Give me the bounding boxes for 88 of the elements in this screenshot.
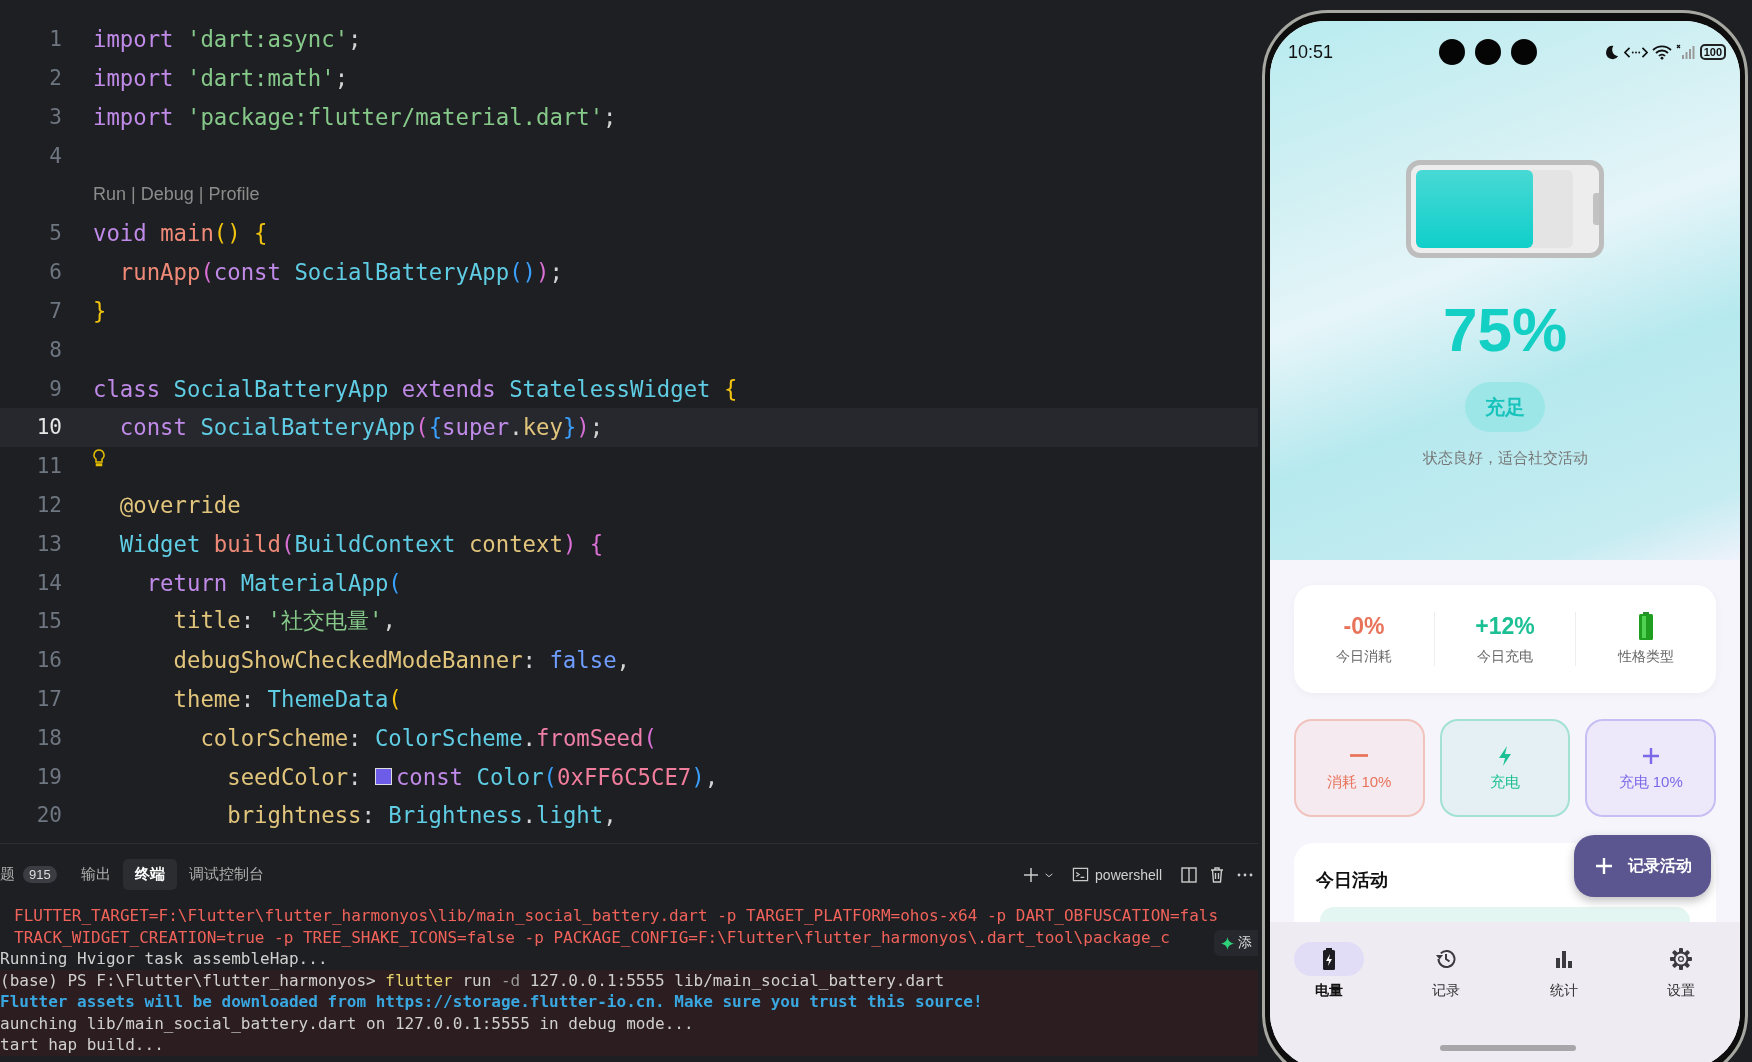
line-number: 14 [35,570,62,595]
terminal-line: (base) PS F:\Flutter\flutter_harmonyos> flutter run -d 127.0.0.1:5555 lib/main_social_battery.dart [0,970,945,990]
line-number: 15 [35,609,62,634]
camera-hole [1474,39,1501,65]
sparkle-icon [1220,935,1235,951]
terminal-profile[interactable]: powershell [1072,866,1162,883]
line-number: 4 [48,143,62,168]
code-text: void main() { [93,220,268,247]
lightbulb-icon[interactable] [91,449,107,468]
section-title: 今日活动 [1316,869,1389,892]
panel-tab[interactable]: 终端 [122,859,177,890]
line-number: 8 [48,337,62,362]
code-text: import 'dart:math'; [93,65,349,92]
color-swatch-icon[interactable] [374,768,392,786]
stat-value: -0% [1343,612,1385,640]
code-text: debugShowCheckedModeBanner: false, [172,647,630,674]
stat-label: 性格类型 [1618,648,1674,666]
code-text: brightness: Brightness.light, [226,802,617,829]
code-text: import 'package:flutter/material.dart'; [93,104,617,130]
terminal-icon [1072,866,1090,883]
line-number: 10 [35,415,62,440]
nav-item[interactable]: 电量 [1270,922,1388,1062]
wifi-icon [1651,44,1672,60]
line-number: 19 [35,764,62,789]
code-text: return MaterialApp( [145,569,402,596]
plus-icon [1593,856,1614,876]
code-text: runApp(const SocialBatteryApp()); [118,259,563,286]
line-number: 9 [48,376,62,401]
panel-tab[interactable]: 题 915 [0,859,69,890]
code-text: @override [118,491,241,518]
status-badge: 充足 [1465,382,1545,432]
terminal-line: tart hap build... [0,1035,164,1054]
code-text: const Color(0xFF6C5CE7), [395,763,719,790]
line-number: 18 [35,725,62,750]
line-number: 20 [35,803,62,828]
code-text: class SocialBatteryApp extends StatelessWidget { [93,375,738,402]
nav-item[interactable]: 统计 [1505,922,1623,1062]
history-icon [1434,947,1459,971]
signal-icon [1675,44,1696,60]
codelens-links[interactable]: Run | Debug | Profile [93,184,260,206]
line-number: 5 [48,221,62,246]
code-text: } [93,297,107,324]
battery-percentage: 75% [1442,295,1568,365]
action-button[interactable]: 充电 10% [1585,719,1716,817]
line-number: 12 [35,492,62,517]
code-text: colorScheme: ColorScheme.fromSeed( [199,724,657,751]
panel-tab[interactable]: 输出 [68,859,123,890]
line-number: 7 [48,298,62,323]
count-badge: 915 [23,866,57,883]
battery-icon [1638,612,1654,640]
code-text: import 'dart:async'; [93,26,362,53]
split-icon[interactable] [1180,865,1198,884]
settings-icon [1669,947,1694,971]
line-number: 6 [48,260,62,285]
record-activity-button[interactable]: 记录活动 [1574,835,1711,897]
line-number: 3 [48,105,62,129]
code-text: seedColor: [226,763,363,790]
add-button[interactable]: 添 [1214,930,1258,956]
terminal-line: TRACK_WIDGET_CREATION=true -p TREE_SHAKE_ICONS=false -p PACKAGE_CONFIG=F:\Flutter\flutter_harmonyos\.dart_tool\package_c [14,927,1170,947]
code-text: title: '社交电量', [172,606,396,636]
camera-hole [1438,39,1465,65]
code-text: const SocialBatteryApp({super.key}); [118,414,604,441]
panel-tab[interactable]: 调试控制台 [176,859,276,890]
terminal-line: Flutter assets will be downloaded from https://storage.flutter-io.cn. Make sure you trust this source! [0,992,983,1011]
code-text: theme: ThemeData( [172,685,402,712]
status-time: 10:51 [1288,41,1334,63]
terminal-line: FLUTTER_TARGET=F:\Flutter\flutter_harmonyos\lib/main_social_battery.dart -p TARGET_PLATFORM=ohos-x64 -p DART_OBFUSCATION=fals [14,906,1219,925]
stat-label: 今日消耗 [1336,648,1392,666]
line-number: 16 [35,648,62,673]
camera-hole [1510,39,1537,65]
stat-value: +12% [1475,612,1535,640]
battery-indicator: 100 [1699,44,1726,60]
stat-label: 今日充电 [1477,648,1533,666]
nav-item[interactable]: 记录 [1387,922,1505,1062]
status-message: 状态良好，适合社交活动 [1422,448,1588,468]
line-number: 17 [35,686,62,711]
trash-icon[interactable] [1208,865,1226,884]
nav-item[interactable]: 设置 [1622,922,1740,1062]
code-text: Widget build(BuildContext context) { [118,530,604,557]
line-number: 1 [48,27,62,52]
terminal-line: aunching lib/main_social_battery.dart on 127.0.0.1:5555 in debug mode... [0,1013,694,1033]
plus-icon[interactable] [1022,865,1041,884]
minus-icon [1350,753,1369,757]
terminal-line: Running Hvigor task assembleHap... [0,949,328,968]
battery-terminal [1593,193,1599,225]
line-number: 11 [35,454,62,479]
line-number: 2 [48,66,62,91]
line-number: 13 [35,531,62,556]
